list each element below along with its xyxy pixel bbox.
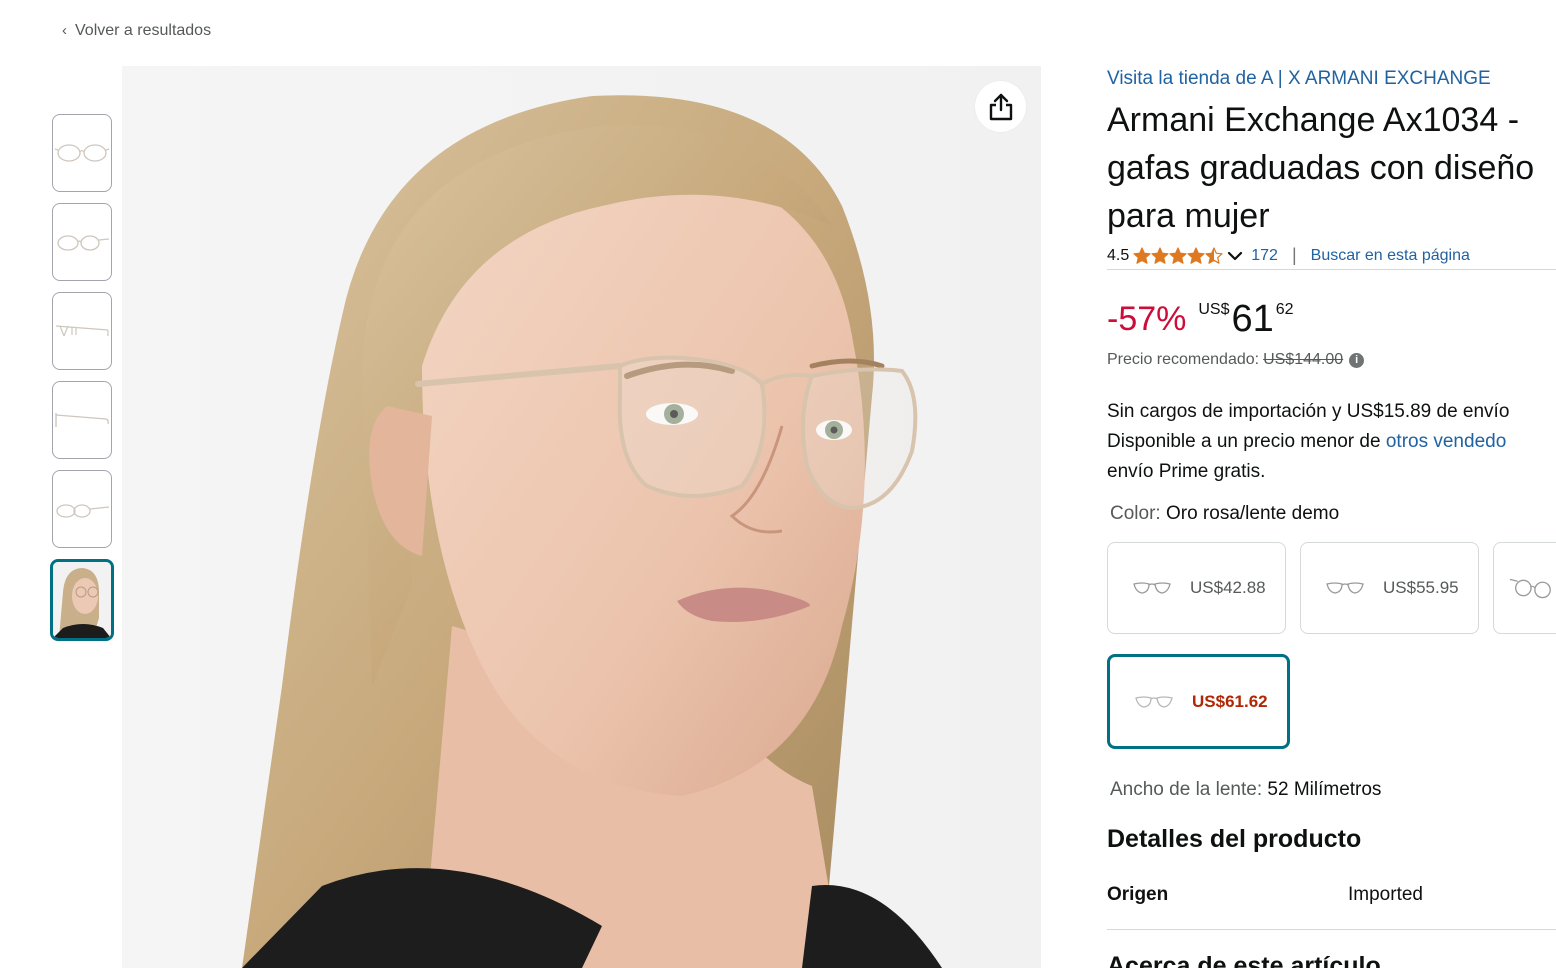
- price-fraction: 62: [1275, 301, 1294, 318]
- search-this-page-link[interactable]: Buscar en esta página: [1311, 247, 1470, 265]
- glasses-thumbnail-icon: [55, 413, 109, 427]
- color-selector-label: Color: Oro rosa/lente demo: [1110, 503, 1339, 525]
- star-full-icon: [1169, 246, 1187, 264]
- glasses-thumbnail-icon: [57, 235, 110, 251]
- about-item-heading: Acerca de este artículo: [1107, 952, 1381, 968]
- lens-width-label: Ancho de la lente:: [1110, 779, 1263, 800]
- color-option-1[interactable]: US$42.88: [1107, 542, 1286, 634]
- star-full-icon: [1151, 246, 1169, 264]
- share-button[interactable]: [975, 81, 1026, 132]
- shipping-line-3: envío Prime gratis.: [1107, 461, 1266, 482]
- rating-count-link[interactable]: 172: [1251, 247, 1278, 265]
- color-option-price: US$55.95: [1383, 578, 1459, 597]
- star-full-icon: [1187, 246, 1205, 264]
- color-option-3[interactable]: [1493, 542, 1556, 634]
- main-product-image[interactable]: [122, 66, 1041, 968]
- back-to-results-link[interactable]: ‹ Volver a resultados: [62, 22, 211, 40]
- list-price: Precio recomendado: US$144.00 i: [1107, 351, 1365, 369]
- glasses-thumbnail-icon: [56, 504, 110, 518]
- glasses-thumbnail-icon: [54, 144, 110, 162]
- model-wearing-glasses-image: [122, 66, 1041, 968]
- divider: [1107, 929, 1556, 930]
- price-block: -57% US$ 61 62: [1107, 297, 1294, 341]
- color-option-4-selected[interactable]: US$61.62: [1107, 654, 1290, 749]
- star-half-icon: [1205, 246, 1223, 264]
- shipping-info: Sin cargos de importación y US$15.89 de …: [1107, 397, 1509, 487]
- lens-width-value: 52 Milímetros: [1267, 779, 1382, 800]
- star-rating[interactable]: [1133, 246, 1223, 265]
- shipping-line-2-prefix: Disponible a un precio menor de: [1107, 431, 1386, 452]
- thumbnail-4[interactable]: [52, 381, 112, 459]
- shipping-line-1: Sin cargos de importación y US$15.89 de …: [1107, 401, 1510, 422]
- store-link[interactable]: Visita la tienda de A | X ARMANI EXCHANG…: [1107, 68, 1491, 90]
- glasses-swatch-icon: [1135, 695, 1173, 708]
- thumbnail-2[interactable]: [52, 203, 112, 281]
- product-title-line-1: Armani Exchange Ax1034 -: [1107, 101, 1520, 139]
- glasses-thumbnail-icon: [55, 325, 109, 337]
- list-price-label: Precio recomendado:: [1107, 351, 1260, 368]
- back-to-results-label: Volver a resultados: [75, 22, 212, 39]
- thumbnail-1[interactable]: [52, 114, 112, 192]
- product-title: Armani Exchange Ax1034 - gafas graduadas…: [1107, 96, 1556, 240]
- glasses-swatch-icon: [1326, 582, 1364, 594]
- product-title-line-2: gafas graduadas con diseño: [1107, 149, 1535, 187]
- shipping-line-2: Disponible a un precio menor de otros ve…: [1107, 427, 1509, 457]
- detail-key-origin: Origen: [1107, 884, 1169, 905]
- chevron-down-icon[interactable]: [1227, 251, 1243, 261]
- glasses-swatch-icon: [1133, 582, 1171, 594]
- product-title-line-3: para mujer: [1107, 197, 1270, 235]
- other-sellers-link[interactable]: otros vendedo: [1386, 431, 1506, 452]
- list-price-value: US$144.00: [1263, 351, 1344, 368]
- rating-value: 4.5: [1107, 246, 1130, 264]
- thumbnail-3[interactable]: [52, 292, 112, 370]
- chevron-left-icon: ‹: [62, 22, 67, 39]
- rating-row: 4.5 172 | Buscar en esta página: [1107, 245, 1470, 266]
- color-label: Color:: [1110, 503, 1161, 524]
- share-icon: [989, 93, 1012, 120]
- color-option-price: US$42.88: [1190, 578, 1266, 597]
- divider: [1107, 269, 1556, 270]
- separator: |: [1291, 245, 1297, 265]
- lens-width: Ancho de la lente: 52 Milímetros: [1110, 779, 1381, 801]
- detail-value-origin: Imported: [1348, 884, 1423, 905]
- price-whole: 61: [1231, 298, 1274, 340]
- color-option-price: US$61.62: [1192, 691, 1268, 711]
- thumbnail-6-model[interactable]: [50, 559, 114, 641]
- discount-percentage: -57%: [1107, 300, 1187, 338]
- glasses-swatch-icon: [1509, 578, 1551, 599]
- model-thumbnail-image: [53, 562, 111, 638]
- color-option-2[interactable]: US$55.95: [1300, 542, 1479, 634]
- info-icon[interactable]: i: [1349, 352, 1365, 368]
- thumbnail-5[interactable]: [52, 470, 112, 548]
- color-value: Oro rosa/lente demo: [1165, 503, 1340, 524]
- price-currency: US$: [1198, 301, 1230, 318]
- product-details-heading: Detalles del producto: [1107, 825, 1362, 853]
- thumbnail-strip: [50, 114, 116, 652]
- star-full-icon: [1133, 246, 1151, 264]
